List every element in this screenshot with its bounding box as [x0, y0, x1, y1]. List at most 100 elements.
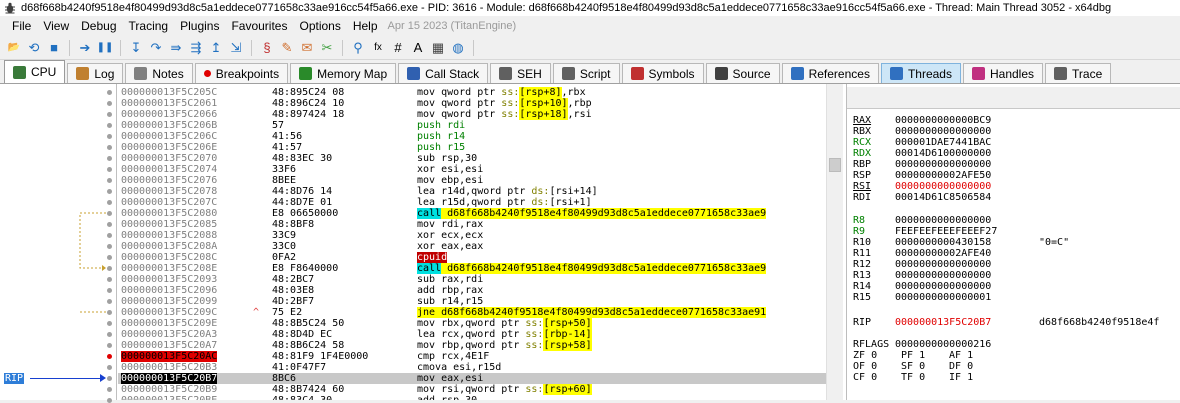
register-value[interactable]: 0000000000000000	[895, 259, 991, 270]
breakpoint-slot-dot[interactable]	[107, 365, 112, 370]
breakpoint-slot-dot[interactable]	[107, 310, 112, 315]
register-value[interactable]: 000000013F5C20B7	[895, 317, 991, 328]
tab-notes[interactable]: Notes	[125, 63, 193, 83]
patch-icon[interactable]: ✎	[279, 40, 295, 56]
comment-icon[interactable]: ✉	[299, 40, 315, 56]
breakpoint-slot-dot[interactable]	[107, 277, 112, 282]
flag-of[interactable]: OF 0	[853, 361, 877, 372]
disassembly-view[interactable]: 000000013F5C205C 48:895C24 08 mov qword pt…	[118, 84, 826, 400]
register-value[interactable]: 00000000002AFE50	[895, 170, 991, 181]
trace-into-icon[interactable]: ⇛	[168, 40, 184, 56]
breakpoint-slot-dot[interactable]	[107, 156, 112, 161]
tab-references[interactable]: References	[781, 63, 879, 83]
tab-memory-map[interactable]: Memory Map	[290, 63, 397, 83]
bookmark-icon[interactable]: ⚲	[350, 40, 366, 56]
breakpoint-slot-dot[interactable]	[107, 233, 112, 238]
breakpoint-slot-dot[interactable]	[107, 145, 112, 150]
breakpoint-slot-dot[interactable]	[107, 189, 112, 194]
menu-file[interactable]: File	[6, 19, 37, 33]
menu-options[interactable]: Options	[293, 19, 346, 33]
register-value[interactable]: 0000000000000000	[895, 215, 991, 226]
breakpoint-slot-dot[interactable]	[107, 123, 112, 128]
disassembly-row[interactable]: 000000013F5C20B3 41:0F47F7 cmova esi,r15d	[118, 362, 826, 373]
tab-seh[interactable]: SEH	[490, 63, 551, 83]
disassembly-row[interactable]: 000000013F5C206C 41:56 push r14	[118, 131, 826, 142]
execute-till-return-icon[interactable]: ↥	[208, 40, 224, 56]
breakpoint-slot-dot[interactable]	[107, 387, 112, 392]
register-value[interactable]: 0000000000000216	[895, 339, 991, 350]
pause-icon[interactable]: ❚❚	[97, 40, 114, 56]
strings-icon[interactable]: A	[410, 40, 426, 56]
disassembly-row[interactable]: 000000013F5C20A7 48:8B6C24 58 mov rbp,qwor…	[118, 340, 826, 351]
register-value[interactable]: 00014D6100000000	[895, 148, 991, 159]
disassembly-row[interactable]: 000000013F5C205C 48:895C24 08 mov qword pt…	[118, 87, 826, 98]
disassembly-row[interactable]: 000000013F5C20AC 48:81F9 1F4E0000 cmp rcx,…	[118, 351, 826, 362]
disassembly-row[interactable]: 000000013F5C2096 48:03E8 add rbp,rax	[118, 285, 826, 296]
tab-handles[interactable]: Handles	[962, 63, 1044, 83]
menu-favourites[interactable]: Favourites	[225, 19, 293, 33]
scylla-icon[interactable]: §	[259, 40, 275, 56]
tab-script[interactable]: Script	[552, 63, 620, 83]
registers-header[interactable]	[847, 87, 1180, 109]
disassembly-row[interactable]: 000000013F5C2093 48:2BC7 sub rax,rdi	[118, 274, 826, 285]
branch-gutter[interactable]: RIP	[0, 84, 117, 403]
flag-sf[interactable]: SF 0	[901, 361, 925, 372]
restart-icon[interactable]: ⟲	[26, 40, 42, 56]
flag-af[interactable]: AF 1	[949, 350, 973, 361]
breakpoint-slot-dot[interactable]	[107, 332, 112, 337]
menu-help[interactable]: Help	[347, 19, 384, 33]
disassembly-row[interactable]: 000000013F5C2099 4D:2BF7 sub r14,r15	[118, 296, 826, 307]
flag-pf[interactable]: PF 1	[901, 350, 925, 361]
calculator-icon[interactable]: ▦	[430, 40, 446, 56]
disassembly-row[interactable]: 000000013F5C20A3 48:8D4D EC lea rcx,qword …	[118, 329, 826, 340]
disassembly-row[interactable]: 000000013F5C206E 41:57 push r15	[118, 142, 826, 153]
label-icon[interactable]: ✂	[319, 40, 335, 56]
register-value[interactable]: 00000000002AFE40	[895, 248, 991, 259]
flag-zf[interactable]: ZF 0	[853, 350, 877, 361]
register-value[interactable]: 0000000000430158	[895, 237, 991, 248]
register-value[interactable]: 0000000000000BC9	[895, 115, 991, 126]
breakpoint-slot-dot[interactable]	[107, 266, 112, 271]
breakpoint-slot-dot[interactable]	[107, 244, 112, 249]
disassembly-row[interactable]: 000000013F5C208E E8 F8640000 call d68f668b…	[118, 263, 826, 274]
step-over-icon[interactable]: ↷	[148, 40, 164, 56]
register-value[interactable]: 0000000000000000	[895, 181, 991, 192]
register-value[interactable]: FEEFEEFEEEFEEEF27	[895, 226, 997, 237]
menu-view[interactable]: View	[37, 19, 75, 33]
register-value[interactable]: 0000000000000000	[895, 270, 991, 281]
disassembly-row[interactable]: 000000013F5C2078 44:8D76 14 lea r14d,qword…	[118, 186, 826, 197]
register-value[interactable]: 000001DAE7441BAC	[895, 137, 991, 148]
disassembly-row[interactable]: 000000013F5C206B 57 push rdi	[118, 120, 826, 131]
disassembly-row[interactable]: 000000013F5C207C 44:8D7E 01 lea r15d,qword…	[118, 197, 826, 208]
tab-threads[interactable]: Threads	[880, 63, 961, 83]
stop-icon[interactable]: ■	[46, 40, 62, 56]
disassembly-row[interactable]: 000000013F5C2066 48:897424 18 mov qword pt…	[118, 109, 826, 120]
register-value[interactable]: 0000000000000000	[895, 126, 991, 137]
globe-icon[interactable]: ◍	[450, 40, 466, 56]
disassembly-row[interactable]: 000000013F5C2074 33F6 xor esi,esi	[118, 164, 826, 175]
flag-if[interactable]: IF 1	[949, 372, 973, 383]
flag-df[interactable]: DF 0	[949, 361, 973, 372]
breakpoint-slot-dot[interactable]	[107, 101, 112, 106]
disassembly-row[interactable]: 000000013F5C2085 48:8BF8 mov rdi,rax	[118, 219, 826, 230]
breakpoint-slot-dot[interactable]	[107, 321, 112, 326]
tab-cpu[interactable]: CPU	[4, 60, 66, 83]
menu-plugins[interactable]: Plugins	[174, 19, 225, 33]
register-value[interactable]: 0000000000000001	[895, 292, 991, 303]
tab-source[interactable]: Source	[705, 63, 780, 83]
disassembly-row[interactable]: 000000013F5C2076 8BEE mov ebp,esi	[118, 175, 826, 186]
trace-over-icon[interactable]: ⇶	[188, 40, 204, 56]
disassembly-row[interactable]: 000000013F5C20B7 8BC6 mov eax,esi	[118, 373, 826, 384]
hash-icon[interactable]: #	[390, 40, 406, 56]
breakpoint-slot-dot[interactable]	[107, 200, 112, 205]
register-value[interactable]: 0000000000000000	[895, 281, 991, 292]
disassembly-row[interactable]: 000000013F5C209E 48:8B5C24 50 mov rbx,qwor…	[118, 318, 826, 329]
function-icon[interactable]: fx	[370, 40, 386, 56]
disassembly-row[interactable]: 000000013F5C2070 48:83EC 30 sub rsp,30	[118, 153, 826, 164]
run-to-user-code-icon[interactable]: ⇲	[228, 40, 244, 56]
breakpoint-slot-dot[interactable]	[107, 398, 112, 403]
breakpoint-slot-dot[interactable]	[107, 167, 112, 172]
breakpoint-slot-dot[interactable]	[107, 343, 112, 348]
disassembly-row[interactable]: 000000013F5C208A 33C0 xor eax,eax	[118, 241, 826, 252]
tab-trace[interactable]: Trace	[1045, 63, 1112, 83]
